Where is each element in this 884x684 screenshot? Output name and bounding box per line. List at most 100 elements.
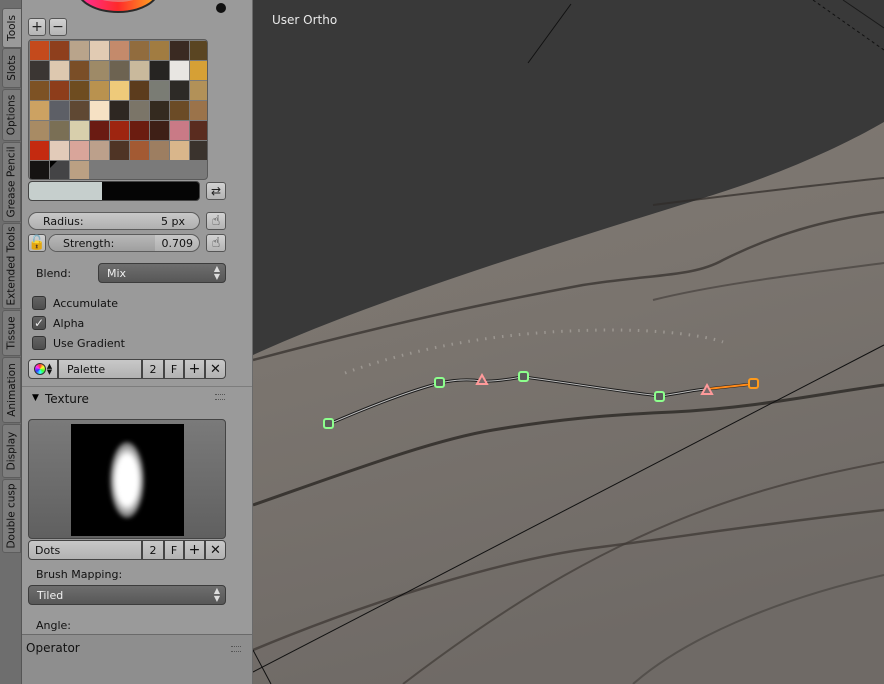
palette-new-button[interactable]: + [184,359,205,379]
palette-swatch[interactable] [70,101,89,120]
palette-swatch[interactable] [30,61,49,80]
palette-swatch[interactable] [170,141,189,160]
brush-mapping-dropdown[interactable]: Tiled ▲ ▼ [28,585,226,605]
palette-swatch[interactable] [190,141,207,160]
texture-name-field[interactable]: Dots [28,540,142,560]
strength-lock-icon[interactable]: 🔓 [28,234,46,252]
palette-swatch[interactable] [70,61,89,80]
palette-swatch[interactable] [90,61,109,80]
palette-swatch[interactable] [190,81,207,100]
texture-new-button[interactable]: + [184,540,205,560]
palette-swatch[interactable] [50,161,69,179]
palette-swatch[interactable] [130,81,149,100]
palette-swatch[interactable] [70,141,89,160]
palette-swatch[interactable] [150,61,169,80]
remove-color-button[interactable]: − [49,18,67,36]
palette-swatch[interactable] [30,161,49,179]
3d-viewport[interactable]: User Ortho [253,0,884,684]
tab-options[interactable]: Options [2,89,21,141]
palette-swatch[interactable] [150,141,169,160]
palette-swatch[interactable] [150,81,169,100]
palette-swatch[interactable] [50,41,69,60]
color-wheel[interactable] [76,0,160,16]
drag-handle-icon[interactable] [215,394,225,400]
palette-swatch[interactable] [90,41,109,60]
palette-swatch[interactable] [170,81,189,100]
palette-swatch[interactable] [30,141,49,160]
radius-pressure-icon[interactable]: ☝ [206,212,226,230]
use-gradient-checkbox[interactable] [32,336,46,350]
palette-swatch[interactable] [70,41,89,60]
palette-swatch[interactable] [50,121,69,140]
palette-swatch[interactable] [70,161,89,179]
palette-swatch[interactable] [130,141,149,160]
palette-name-field[interactable]: Palette [58,359,142,379]
palette-swatch[interactable] [170,61,189,80]
palette-swatch[interactable] [30,81,49,100]
curve-control-point[interactable] [518,371,529,382]
radius-field[interactable]: Radius: 5 px [28,212,200,230]
palette-swatch[interactable] [130,61,149,80]
swap-colors-icon[interactable]: ⇄ [206,182,226,200]
curve-control-point[interactable] [654,391,665,402]
texture-unlink-button[interactable]: ✕ [205,540,226,560]
palette-swatch[interactable] [50,141,69,160]
palette-swatch[interactable] [190,41,207,60]
tab-animation[interactable]: Animation [2,357,21,423]
texture-preview-frame[interactable] [28,419,226,539]
palette-swatch[interactable] [150,101,169,120]
palette-swatch[interactable] [110,81,129,100]
palette-swatch[interactable] [30,101,49,120]
strength-slider[interactable]: Strength: 0.709 [48,234,200,252]
texture-users-count[interactable]: 2 [142,540,164,560]
tab-tissue[interactable]: Tissue [2,310,21,356]
palette-swatch[interactable] [90,121,109,140]
palette-swatch[interactable] [190,101,207,120]
palette-users-count[interactable]: 2 [142,359,164,379]
alpha-checkbox[interactable]: ✓ [32,316,46,330]
palette-swatch[interactable] [30,41,49,60]
curve-active-point[interactable] [748,378,759,389]
palette-swatch[interactable] [50,101,69,120]
strength-pressure-icon[interactable]: ☝ [206,234,226,252]
tab-display[interactable]: Display [2,424,21,478]
blend-dropdown[interactable]: Mix ▲ ▼ [98,263,226,283]
tab-slots[interactable]: Slots [2,48,21,88]
tab-double-cusp[interactable]: Double cusp [2,479,21,553]
tab-tools[interactable]: Tools [2,8,21,48]
primary-color-swatch[interactable] [29,182,103,200]
palette-swatch[interactable] [110,121,129,140]
palette-swatch[interactable] [190,61,207,80]
palette-swatch[interactable] [130,101,149,120]
palette-swatch[interactable] [110,41,129,60]
palette-swatch[interactable] [110,61,129,80]
palette-swatch[interactable] [130,41,149,60]
primary-secondary-color-bar[interactable] [28,181,200,201]
palette-fake-user-button[interactable]: F [164,359,184,379]
palette-browse-button[interactable]: ▲ ▼ [28,359,58,379]
color-palette-grid[interactable] [28,39,208,180]
palette-swatch[interactable] [190,121,207,140]
operator-panel-header[interactable]: ▼ Operator [22,637,252,659]
palette-swatch[interactable] [110,141,129,160]
palette-swatch[interactable] [50,81,69,100]
curve-control-point[interactable] [323,418,334,429]
tab-extended-tools[interactable]: Extended Tools [2,223,21,309]
palette-swatch[interactable] [150,121,169,140]
tab-grease-pencil[interactable]: Grease Pencil [2,142,21,222]
drag-handle-icon[interactable] [231,646,241,652]
add-color-button[interactable]: + [28,18,46,36]
palette-swatch[interactable] [90,141,109,160]
color-picker-dot[interactable] [216,3,226,13]
accumulate-checkbox[interactable] [32,296,46,310]
palette-swatch[interactable] [170,41,189,60]
palette-swatch[interactable] [90,81,109,100]
palette-swatch[interactable] [70,81,89,100]
texture-fake-user-button[interactable]: F [164,540,184,560]
palette-swatch[interactable] [110,101,129,120]
palette-swatch[interactable] [70,121,89,140]
palette-swatch[interactable] [90,101,109,120]
palette-swatch[interactable] [50,61,69,80]
palette-swatch[interactable] [30,121,49,140]
curve-control-point[interactable] [434,377,445,388]
